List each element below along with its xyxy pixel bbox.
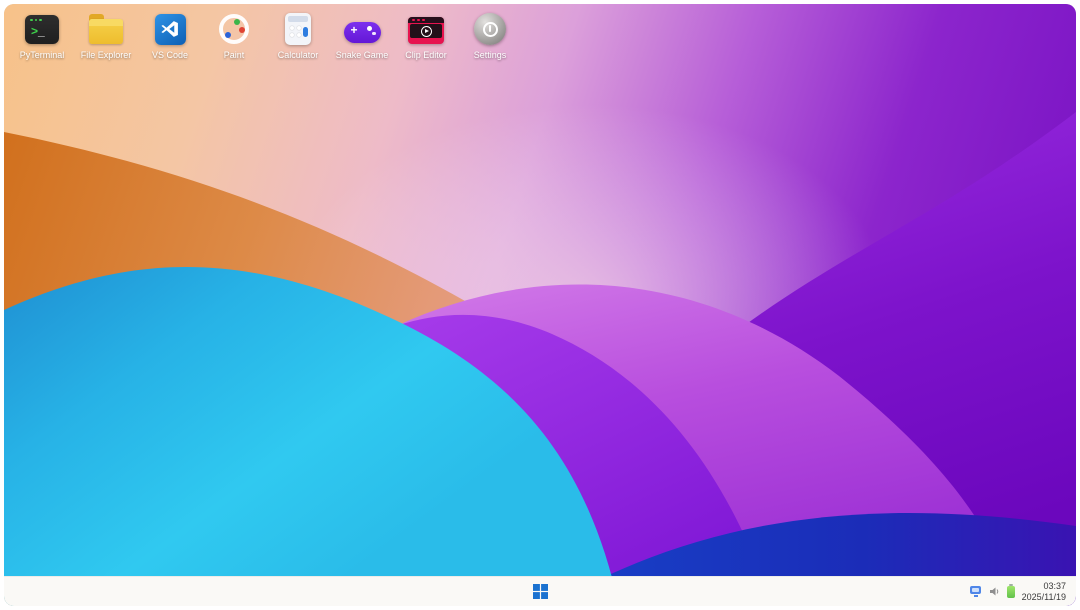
windows-start-icon — [533, 584, 548, 599]
desktop-icon-snake-game[interactable]: + Snake Game — [330, 12, 394, 60]
desktop-icon-clip-editor[interactable]: Clip Editor — [394, 12, 458, 60]
battery-icon[interactable] — [1007, 586, 1015, 598]
gamepad-icon: + — [344, 22, 381, 43]
taskbar-clock[interactable]: 03:37 2025/11/19 — [1022, 581, 1066, 603]
terminal-icon: >_ — [25, 15, 59, 44]
start-button[interactable] — [523, 580, 557, 604]
icon-label: Calculator — [278, 50, 319, 60]
network-display-icon[interactable] — [970, 586, 982, 597]
calculator-icon — [285, 13, 311, 45]
icon-label: Clip Editor — [405, 50, 447, 60]
desktop-icon-paint[interactable]: Paint — [202, 12, 266, 60]
paint-palette-icon — [219, 14, 249, 44]
vscode-icon — [155, 14, 186, 45]
icon-label: Paint — [224, 50, 245, 60]
settings-dial-icon — [474, 13, 506, 45]
icon-label: File Explorer — [81, 50, 132, 60]
folder-icon — [89, 19, 123, 44]
desktop-icon-calculator[interactable]: Calculator — [266, 12, 330, 60]
icon-label: VS Code — [152, 50, 188, 60]
taskbar: 03:37 2025/11/19 — [4, 576, 1076, 606]
icon-label: PyTerminal — [20, 50, 65, 60]
system-tray: 03:37 2025/11/19 — [970, 577, 1066, 606]
desktop-screen: >_ PyTerminal File Explorer VS Code — [4, 4, 1076, 606]
volume-icon[interactable] — [989, 586, 1000, 597]
desktop-icon-file-explorer[interactable]: File Explorer — [74, 12, 138, 60]
desktop-icon-settings[interactable]: Settings — [458, 12, 522, 60]
desktop-icon-vscode[interactable]: VS Code — [138, 12, 202, 60]
icon-label: Snake Game — [336, 50, 389, 60]
icon-label: Settings — [474, 50, 507, 60]
clock-time: 03:37 — [1022, 581, 1066, 592]
desktop-window: >_ PyTerminal File Explorer VS Code — [0, 0, 1080, 610]
desktop-wallpaper — [4, 4, 1076, 606]
clock-date: 2025/11/19 — [1022, 592, 1066, 603]
desktop-icon-pyterminal[interactable]: >_ PyTerminal — [10, 12, 74, 60]
video-clip-icon — [408, 17, 444, 44]
desktop-icon-grid: >_ PyTerminal File Explorer VS Code — [10, 12, 522, 60]
